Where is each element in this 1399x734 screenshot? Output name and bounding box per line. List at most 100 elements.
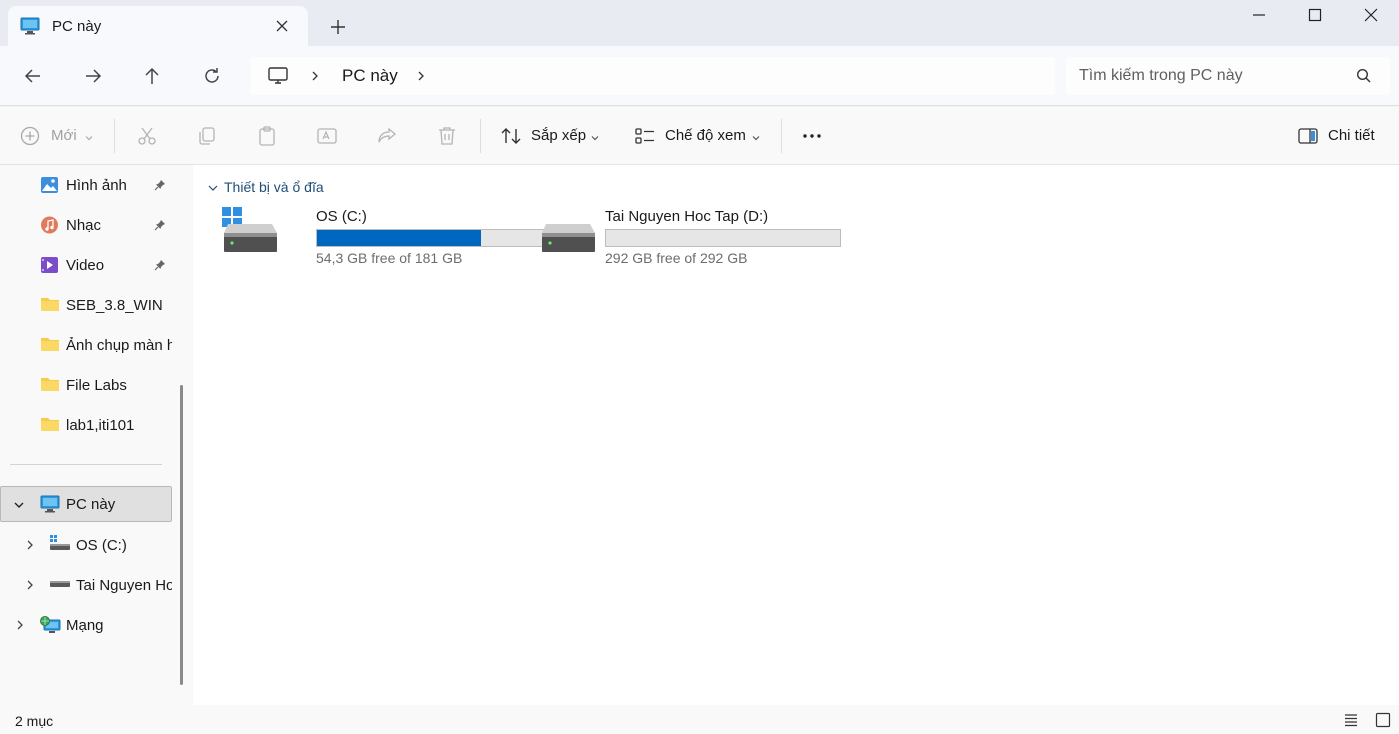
drive-free-space: 54,3 GB free of 181 GB: [316, 250, 463, 266]
search-icon[interactable]: [1356, 68, 1372, 84]
drive-name: Tai Nguyen Hoc Tap (D:): [605, 208, 769, 225]
pictures-icon: [40, 176, 59, 194]
view-button-label[interactable]: Chế độ xem: [665, 127, 746, 144]
minimize-button[interactable]: [1230, 0, 1288, 30]
drive-tile-c[interactable]: OS (C:) 54,3 GB free of 181 GB: [222, 207, 552, 269]
details-view-icon[interactable]: [1343, 712, 1359, 728]
drive-usage-fill: [317, 230, 481, 246]
item-count: 2 mục: [15, 713, 54, 729]
folder-icon: [40, 376, 60, 392]
toolbar-divider: [114, 119, 115, 153]
drive-icon: [540, 223, 598, 253]
sidebar-item-label: Ảnh chụp màn hình: [66, 337, 172, 354]
sidebar-item-this-pc[interactable]: PC này: [0, 486, 172, 522]
chevron-down-icon: [751, 133, 761, 143]
paste-icon[interactable]: [256, 125, 278, 147]
sidebar-item-label: Mạng: [66, 617, 104, 634]
toolbar-divider: [781, 119, 782, 153]
chevron-down-icon[interactable]: [13, 499, 25, 511]
status-bar: 2 mục: [0, 705, 1399, 734]
rename-icon[interactable]: [316, 125, 338, 147]
sidebar-scrollbar[interactable]: [180, 385, 183, 685]
windows-drive-icon: [222, 207, 280, 253]
forward-arrow-icon[interactable]: [82, 65, 104, 87]
close-window-button[interactable]: [1342, 0, 1399, 30]
search-input[interactable]: Tìm kiếm trong PC này: [1079, 67, 1243, 85]
chevron-right-icon[interactable]: [309, 70, 321, 82]
up-arrow-icon[interactable]: [141, 65, 163, 87]
command-bar: Mới Sắp xếp Chế độ xem Chi tiết: [0, 107, 1399, 165]
sidebar-item-drive-c[interactable]: OS (C:): [0, 527, 172, 563]
address-bar[interactable]: PC này: [251, 57, 1055, 95]
sidebar-item-music[interactable]: Nhạc: [0, 207, 172, 243]
folder-icon: [40, 416, 60, 432]
view-icon[interactable]: [634, 125, 656, 147]
drive-usage-bar: [316, 229, 552, 247]
sort-icon[interactable]: [500, 125, 522, 147]
music-icon: [40, 216, 59, 234]
network-icon: [40, 616, 62, 636]
more-options-icon[interactable]: [801, 125, 823, 147]
sidebar-item-label: File Labs: [66, 377, 127, 394]
new-button-label[interactable]: Mới: [51, 127, 77, 144]
cut-icon[interactable]: [136, 125, 158, 147]
breadcrumb-this-pc[interactable]: PC này: [342, 66, 398, 86]
sidebar-item-label: Tai Nguyen Hoc Tap (D:): [76, 577, 172, 594]
folder-icon: [40, 296, 60, 312]
drive-icon: [50, 579, 70, 589]
refresh-icon[interactable]: [201, 65, 223, 87]
search-box[interactable]: Tìm kiếm trong PC này: [1066, 57, 1390, 95]
title-bar: PC này: [0, 0, 1399, 46]
sidebar-item-video[interactable]: Video: [0, 247, 172, 283]
tab-this-pc[interactable]: PC này: [8, 6, 308, 46]
sidebar-item-folder[interactable]: File Labs: [0, 367, 172, 403]
sidebar-item-folder[interactable]: Ảnh chụp màn hình: [0, 327, 172, 363]
folder-icon: [40, 336, 60, 352]
sort-button-label[interactable]: Sắp xếp: [531, 127, 586, 144]
add-icon[interactable]: [20, 126, 42, 148]
group-header[interactable]: Thiết bị và ổ đĩa: [224, 179, 324, 195]
file-list-pane: Thiết bị và ổ đĩa OS (C:) 54,3 GB free o…: [193, 165, 1399, 705]
drive-usage-bar: [605, 229, 841, 247]
pin-icon[interactable]: [154, 259, 166, 271]
drive-icon: [50, 535, 70, 551]
toolbar-divider: [480, 119, 481, 153]
maximize-button[interactable]: [1286, 0, 1344, 30]
navigation-pane: Hình ảnh Nhạc Video SEB_3.8_WIN Ảnh chụp: [0, 165, 193, 705]
chevron-right-icon[interactable]: [415, 70, 427, 82]
chevron-right-icon[interactable]: [14, 619, 26, 631]
pin-icon[interactable]: [154, 179, 166, 191]
chevron-down-icon: [84, 133, 94, 143]
sidebar-item-folder[interactable]: SEB_3.8_WIN: [0, 287, 172, 323]
navigation-bar: PC này Tìm kiếm trong PC này: [0, 46, 1399, 106]
drive-name: OS (C:): [316, 208, 367, 225]
share-icon[interactable]: [376, 125, 398, 147]
copy-icon[interactable]: [196, 125, 218, 147]
details-button-label[interactable]: Chi tiết: [1328, 127, 1375, 144]
video-icon: [40, 256, 59, 274]
sidebar-item-label: SEB_3.8_WIN: [66, 297, 163, 314]
computer-icon: [40, 495, 60, 513]
sidebar-item-label: OS (C:): [76, 537, 127, 554]
sidebar-divider: [10, 464, 162, 465]
computer-icon: [267, 66, 289, 86]
new-tab-button[interactable]: [328, 17, 348, 37]
pin-icon[interactable]: [154, 219, 166, 231]
sidebar-item-label: lab1,iti101: [66, 417, 135, 434]
back-arrow-icon[interactable]: [22, 65, 44, 87]
chevron-right-icon[interactable]: [24, 579, 36, 591]
drive-tile-d[interactable]: Tai Nguyen Hoc Tap (D:) 292 GB free of 2…: [540, 207, 860, 269]
sidebar-item-drive-d[interactable]: Tai Nguyen Hoc Tap (D:): [0, 567, 172, 603]
chevron-down-icon: [590, 133, 600, 143]
sidebar-item-pictures[interactable]: Hình ảnh: [0, 167, 172, 203]
computer-icon: [20, 17, 40, 35]
details-pane-icon[interactable]: [1297, 125, 1319, 147]
tab-title: PC này: [52, 18, 102, 35]
chevron-down-icon[interactable]: [207, 182, 219, 194]
delete-icon[interactable]: [436, 125, 458, 147]
close-tab-icon[interactable]: [273, 17, 291, 35]
sidebar-item-network[interactable]: Mạng: [0, 607, 172, 643]
chevron-right-icon[interactable]: [24, 539, 36, 551]
sidebar-item-folder[interactable]: lab1,iti101: [0, 407, 172, 443]
tiles-view-icon[interactable]: [1375, 712, 1391, 728]
